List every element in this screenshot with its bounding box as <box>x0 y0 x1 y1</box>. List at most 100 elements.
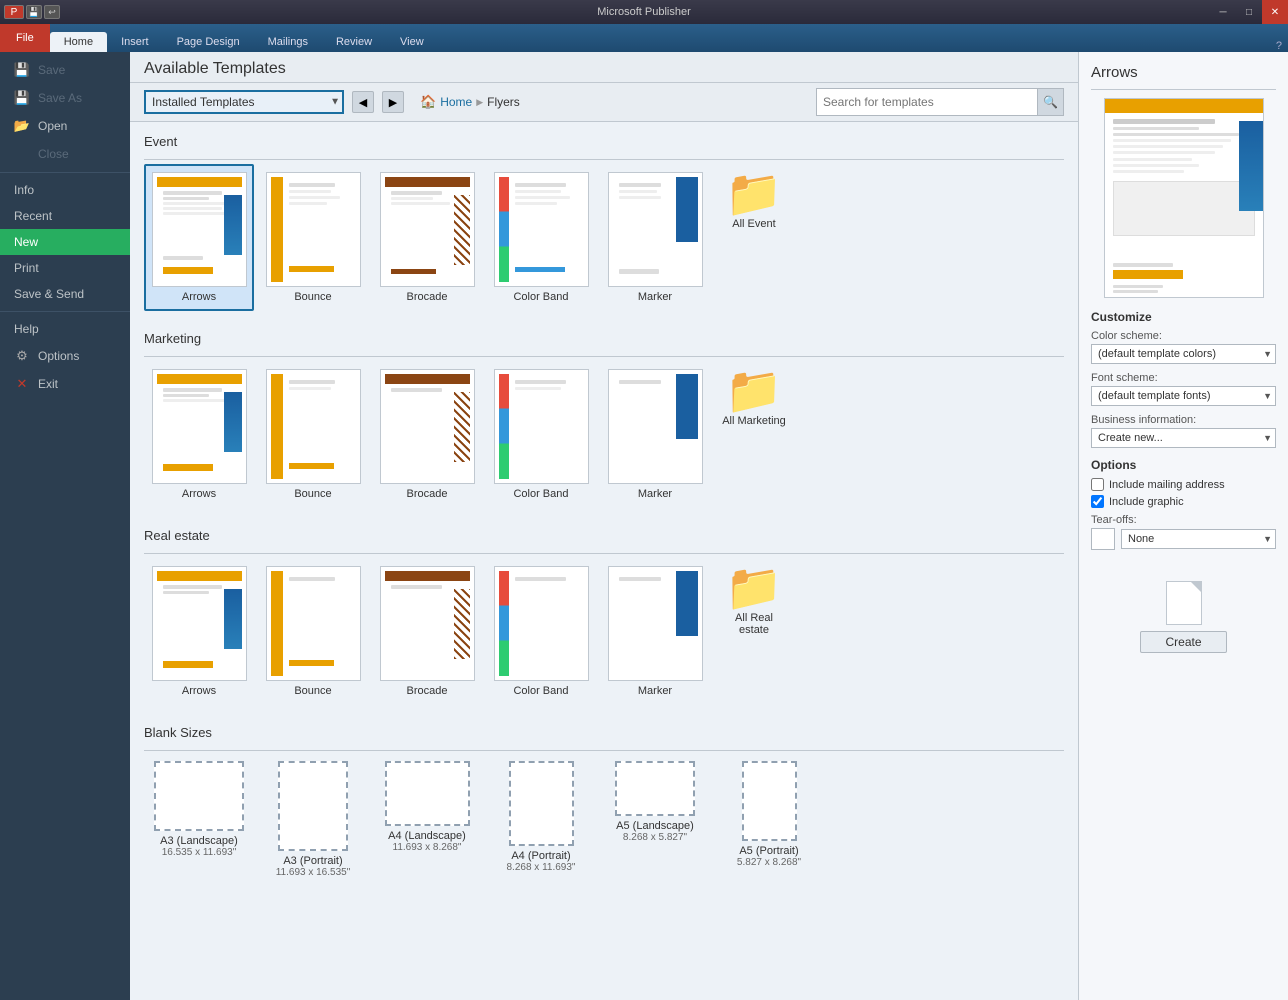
tab-home[interactable]: Home <box>50 32 107 52</box>
sidebar-label-info: Info <box>14 183 34 197</box>
blank-thumb-a4-landscape <box>385 761 470 826</box>
blank-a4-landscape[interactable]: A4 (Landscape) 11.693 x 8.268" <box>372 755 482 884</box>
business-info-select[interactable]: Create new... <box>1091 428 1276 448</box>
template-event-brocade[interactable]: Brocade <box>372 164 482 311</box>
blank-thumb-a3-landscape <box>154 761 244 831</box>
template-label-event-colorband: Color Band <box>513 291 568 303</box>
sidebar: 💾 Save 💾 Save As 📂 Open Close Info Recen… <box>0 52 130 1000</box>
mailing-address-checkbox[interactable] <box>1091 478 1104 491</box>
blank-a3-landscape[interactable]: A3 (Landscape) 16.535 x 11.693" <box>144 755 254 884</box>
template-thumb-realestate-brocade <box>380 566 475 681</box>
template-marketing-arrows[interactable]: Arrows <box>144 361 254 508</box>
page-title: Available Templates <box>144 60 1064 78</box>
sidebar-label-help: Help <box>14 322 39 336</box>
template-thumb-event-brocade <box>380 172 475 287</box>
template-label-event-brocade: Brocade <box>407 291 448 303</box>
template-realestate-bounce[interactable]: Bounce <box>258 558 368 705</box>
mailing-address-row: Include mailing address <box>1091 478 1276 491</box>
blank-label-a4-portrait: A4 (Portrait) <box>511 850 570 862</box>
blank-size-a3-portrait: 11.693 x 16.535" <box>276 867 351 878</box>
sidebar-item-new[interactable]: New <box>0 229 130 255</box>
nav-back-button[interactable]: ◀ <box>352 91 374 113</box>
template-realestate-marker[interactable]: Marker <box>600 558 710 705</box>
sidebar-item-exit[interactable]: ✕ Exit <box>0 370 130 398</box>
quick-access-undo[interactable]: ↩ <box>44 5 60 19</box>
quick-access-save[interactable]: 💾 <box>26 5 42 19</box>
window-controls[interactable]: ─ □ ✕ <box>1210 0 1288 24</box>
template-marketing-colorband[interactable]: Color Band <box>486 361 596 508</box>
options-label: Options <box>1091 458 1276 472</box>
blank-thumb-a5-portrait <box>742 761 797 841</box>
create-doc-icon <box>1159 570 1209 625</box>
color-scheme-select[interactable]: (default template colors) Alpine Berry <box>1091 344 1276 364</box>
sidebar-divider-2 <box>0 311 130 312</box>
template-marketing-bounce[interactable]: Bounce <box>258 361 368 508</box>
template-realestate-brocade[interactable]: Brocade <box>372 558 482 705</box>
tab-review[interactable]: Review <box>322 32 386 52</box>
search-input[interactable] <box>817 92 1037 112</box>
template-event-colorband[interactable]: Color Band <box>486 164 596 311</box>
include-graphic-checkbox[interactable] <box>1091 495 1104 508</box>
search-button[interactable]: 🔍 <box>1037 89 1063 115</box>
close-button[interactable]: ✕ <box>1262 0 1288 24</box>
create-button[interactable]: Create <box>1140 631 1226 653</box>
template-realestate-colorband[interactable]: Color Band <box>486 558 596 705</box>
sidebar-item-save-send[interactable]: Save & Send <box>0 281 130 307</box>
folder-icon-event: 📁 <box>725 170 782 216</box>
template-event-marker[interactable]: Marker <box>600 164 710 311</box>
template-filter-select[interactable]: Installed Templates My Templates New fro… <box>144 90 344 114</box>
section-realestate-grid: Arrows Bounce <box>144 558 1064 713</box>
tab-page-design[interactable]: Page Design <box>163 32 254 52</box>
tab-view[interactable]: View <box>386 32 438 52</box>
font-scheme-select[interactable]: (default template fonts) Apex Aspect <box>1091 386 1276 406</box>
save-as-icon: 💾 <box>14 90 30 106</box>
sidebar-item-open[interactable]: 📂 Open <box>0 112 130 140</box>
tab-mailings[interactable]: Mailings <box>254 32 322 52</box>
sidebar-label-exit: Exit <box>38 377 58 391</box>
section-blank-divider <box>144 750 1064 751</box>
title-bar-controls-left[interactable]: P 💾 ↩ <box>4 5 60 19</box>
help-icon[interactable]: ? <box>1276 40 1282 52</box>
sidebar-item-close[interactable]: Close <box>0 140 130 168</box>
template-realestate-arrows[interactable]: Arrows <box>144 558 254 705</box>
sidebar-item-print[interactable]: Print <box>0 255 130 281</box>
tab-file[interactable]: File <box>0 24 50 52</box>
folder-all-realestate[interactable]: 📁 All Real estate <box>714 558 794 705</box>
tab-insert[interactable]: Insert <box>107 32 163 52</box>
template-filter-wrap: Installed Templates My Templates New fro… <box>144 90 344 114</box>
template-marketing-brocade[interactable]: Brocade <box>372 361 482 508</box>
section-event-header: Event <box>144 122 1064 155</box>
sidebar-label-save-send: Save & Send <box>14 287 84 301</box>
sidebar-label-close: Close <box>38 147 69 161</box>
folder-all-event[interactable]: 📁 All Event <box>714 164 794 311</box>
nav-forward-button[interactable]: ▶ <box>382 91 404 113</box>
blank-a3-portrait[interactable]: A3 (Portrait) 11.693 x 16.535" <box>258 755 368 884</box>
sidebar-item-options[interactable]: ⚙ Options <box>0 342 130 370</box>
tearoff-select-wrap: None Coupon Contact information Phone te… <box>1121 529 1276 549</box>
blank-a4-portrait[interactable]: A4 (Portrait) 8.268 x 11.693" <box>486 755 596 884</box>
search-wrap: 🔍 <box>816 88 1064 116</box>
template-event-arrows[interactable]: Arrows <box>144 164 254 311</box>
template-thumb-marketing-colorband <box>494 369 589 484</box>
sidebar-item-info[interactable]: Info <box>0 177 130 203</box>
template-thumb-event-marker <box>608 172 703 287</box>
folder-all-marketing[interactable]: 📁 All Marketing <box>714 361 794 508</box>
template-label-marketing-arrows: Arrows <box>182 488 216 500</box>
sidebar-item-recent[interactable]: Recent <box>0 203 130 229</box>
right-panel: Arrows Customize <box>1078 52 1288 1000</box>
sidebar-item-help[interactable]: Help <box>0 316 130 342</box>
minimize-button[interactable]: ─ <box>1210 0 1236 24</box>
blank-a5-landscape[interactable]: A5 (Landscape) 8.268 x 5.827" <box>600 755 710 884</box>
options-icon: ⚙ <box>14 348 30 364</box>
sidebar-item-save-as[interactable]: 💾 Save As <box>0 84 130 112</box>
blank-a5-portrait[interactable]: A5 (Portrait) 5.827 x 8.268" <box>714 755 824 884</box>
sidebar-item-save[interactable]: 💾 Save <box>0 56 130 84</box>
template-label-marketing-marker: Marker <box>638 488 672 500</box>
tearoffs-label: Tear-offs: <box>1091 514 1276 526</box>
template-event-bounce[interactable]: Bounce <box>258 164 368 311</box>
tearoff-select[interactable]: None Coupon Contact information Phone te… <box>1121 529 1276 549</box>
breadcrumb-home-link[interactable]: Home <box>440 95 472 109</box>
template-marketing-marker[interactable]: Marker <box>600 361 710 508</box>
maximize-button[interactable]: □ <box>1236 0 1262 24</box>
app-body: 💾 Save 💾 Save As 📂 Open Close Info Recen… <box>0 52 1288 1000</box>
